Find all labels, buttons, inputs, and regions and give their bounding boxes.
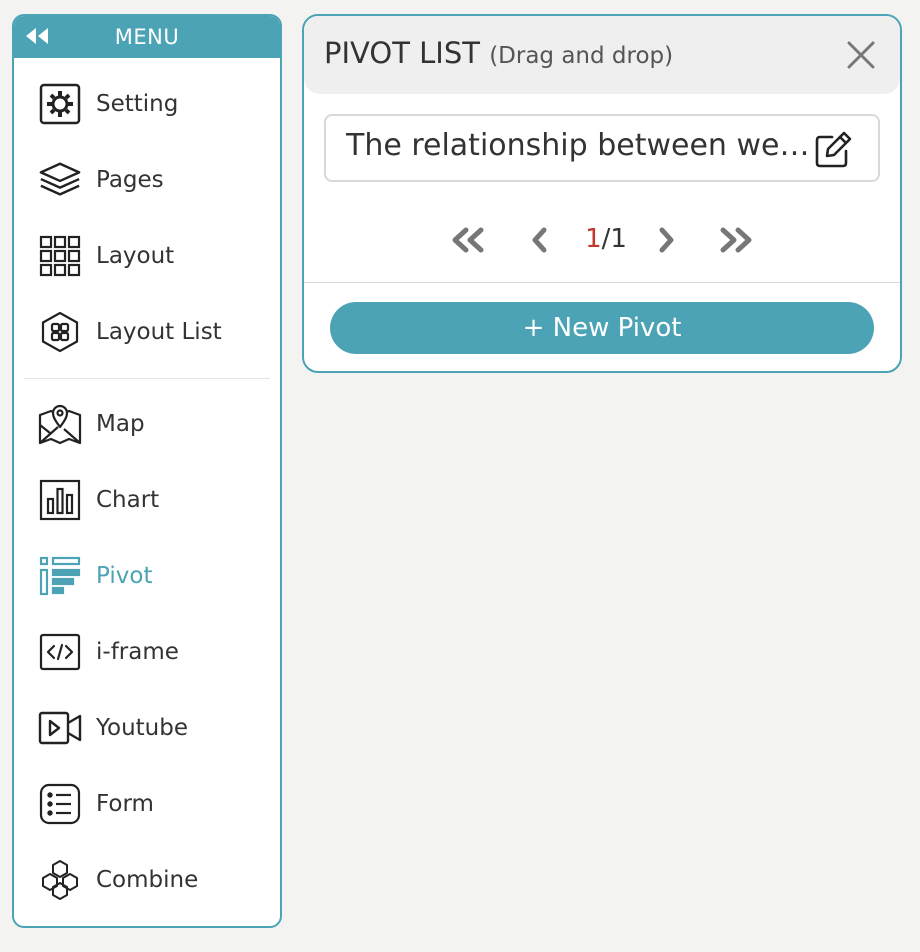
edit-icon[interactable]: [814, 129, 854, 169]
grid-icon: [38, 234, 82, 278]
menu-divider: [24, 378, 270, 379]
sidebar-item-label: Pages: [96, 167, 164, 193]
list-form-icon: [38, 782, 82, 826]
sidebar-item-layout-list[interactable]: Layout List: [14, 302, 280, 362]
sidebar-item-label: Combine: [96, 867, 199, 893]
map-pin-icon: [38, 402, 82, 446]
pivot-list-panel: PIVOT LIST (Drag and drop) The relations…: [302, 14, 902, 373]
panel-title: PIVOT LIST (Drag and drop): [324, 36, 673, 70]
panel-header: PIVOT LIST (Drag and drop): [304, 16, 900, 94]
sidebar-item-label: Chart: [96, 487, 160, 513]
sidebar-item-label: i-frame: [96, 639, 179, 665]
code-icon: [38, 630, 82, 674]
sidebar-item-combine[interactable]: Combine: [14, 850, 280, 910]
last-page-icon[interactable]: [716, 222, 756, 258]
sidebar-header: MENU: [14, 16, 280, 58]
prev-page-icon[interactable]: [520, 222, 560, 258]
sidebar-item-label: Pivot: [96, 563, 153, 589]
total-pages: 1: [610, 224, 627, 254]
pivot-item-title: The relationship between we…: [346, 128, 810, 163]
sidebar-item-label: Youtube: [96, 715, 188, 741]
new-pivot-button[interactable]: + New Pivot: [330, 302, 874, 354]
next-page-icon[interactable]: [646, 222, 686, 258]
collapse-menu-icon[interactable]: [24, 24, 50, 48]
sidebar-menu: MENU Setting Pages Layout Layout List Ma…: [12, 14, 282, 928]
sidebar-item-layout[interactable]: Layout: [14, 226, 280, 286]
current-page: 1: [585, 224, 602, 254]
sidebar-item-pages[interactable]: Pages: [14, 150, 280, 210]
panel-title-text: PIVOT LIST: [324, 36, 480, 70]
pivot-item[interactable]: The relationship between we…: [324, 114, 880, 182]
gear-icon: [38, 82, 82, 126]
sidebar-item-label: Setting: [96, 91, 179, 117]
sidebar-item-label: Form: [96, 791, 154, 817]
page-indicator: 1/1: [566, 224, 646, 254]
pagination: 1/1: [304, 218, 900, 262]
video-camera-icon: [38, 706, 82, 750]
panel-subtitle: (Drag and drop): [489, 43, 674, 69]
sidebar-item-chart[interactable]: Chart: [14, 470, 280, 530]
first-page-icon[interactable]: [448, 222, 488, 258]
close-icon[interactable]: [844, 38, 878, 72]
sidebar-item-label: Map: [96, 411, 145, 437]
hexagons-icon: [38, 858, 82, 902]
layers-icon: [38, 158, 82, 202]
sidebar-item-form[interactable]: Form: [14, 774, 280, 834]
sidebar-item-map[interactable]: Map: [14, 394, 280, 454]
menu-title: MENU: [114, 25, 180, 49]
sidebar-item-pivot[interactable]: Pivot: [14, 546, 280, 606]
hexagon-grid-icon: [38, 310, 82, 354]
sidebar-item-iframe[interactable]: i-frame: [14, 622, 280, 682]
panel-divider: [304, 282, 900, 283]
bar-chart-icon: [38, 478, 82, 522]
pivot-icon: [38, 554, 82, 598]
sidebar-item-youtube[interactable]: Youtube: [14, 698, 280, 758]
sidebar-item-label: Layout List: [96, 319, 222, 345]
sidebar-item-label: Layout: [96, 243, 175, 269]
sidebar-item-setting[interactable]: Setting: [14, 74, 280, 134]
